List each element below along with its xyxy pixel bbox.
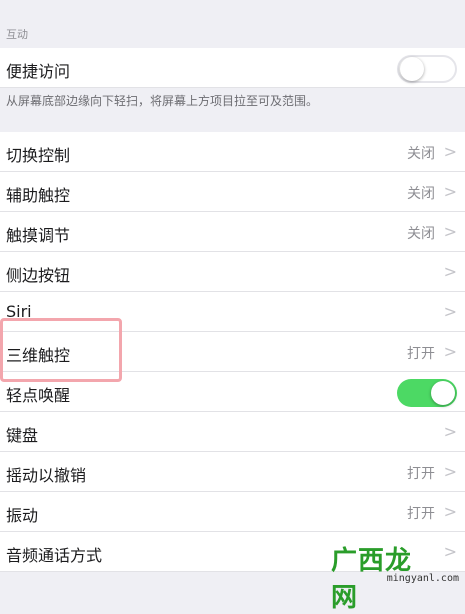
row-touch-accommodations[interactable]: 触摸调节 关闭 > bbox=[0, 212, 465, 252]
row-label: 触摸调节 bbox=[6, 226, 71, 245]
row-value: 打开 bbox=[407, 346, 435, 362]
chevron-right-icon: > bbox=[443, 342, 457, 361]
row-label: 切换控制 bbox=[6, 146, 71, 165]
row-side-button[interactable]: 侧边按钮 > bbox=[0, 252, 465, 292]
row-label: 摇动以撤销 bbox=[6, 466, 87, 485]
row-assistive-touch[interactable]: 辅助触控 关闭 > bbox=[0, 172, 465, 212]
section-title: 互动 bbox=[6, 28, 28, 41]
chevron-right-icon: > bbox=[443, 222, 457, 241]
row-vibration[interactable]: 振动 打开 > bbox=[0, 492, 465, 532]
row-label: 侧边按钮 bbox=[6, 266, 71, 285]
chevron-right-icon: > bbox=[443, 262, 457, 281]
row-value: 关闭 bbox=[407, 186, 435, 202]
row-shake-to-undo[interactable]: 摇动以撤销 打开 > bbox=[0, 452, 465, 492]
toggle-knob bbox=[400, 57, 424, 81]
row-keyboard[interactable]: 键盘 > bbox=[0, 412, 465, 452]
tap-to-wake-toggle[interactable] bbox=[397, 379, 457, 407]
reachability-label: 便捷访问 bbox=[6, 62, 71, 81]
reachability-toggle[interactable] bbox=[397, 55, 457, 83]
toggle-knob bbox=[431, 381, 455, 405]
reachability-note: 从屏幕底部边缘向下轻扫，将屏幕上方项目拉至可及范围。 bbox=[6, 94, 319, 108]
chevron-right-icon: > bbox=[443, 142, 457, 161]
row-label: 轻点唤醒 bbox=[6, 386, 71, 405]
row-value: 打开 bbox=[407, 506, 435, 522]
chevron-right-icon: > bbox=[443, 302, 457, 321]
row-label: 振动 bbox=[6, 506, 39, 525]
row-value: 打开 bbox=[407, 466, 435, 482]
reachability-row[interactable]: 便捷访问 bbox=[0, 48, 465, 88]
row-value: 关闭 bbox=[407, 146, 435, 162]
chevron-right-icon: > bbox=[443, 462, 457, 481]
watermark-domain: mingyanl.com bbox=[386, 573, 459, 584]
section-header: 互动 bbox=[0, 0, 465, 48]
row-label: 辅助触控 bbox=[6, 186, 71, 205]
chevron-right-icon: > bbox=[443, 422, 457, 441]
row-value: 关闭 bbox=[407, 226, 435, 242]
watermark: 广西龙网 mingyanl.com bbox=[331, 540, 461, 613]
row-switch-control[interactable]: 切换控制 关闭 > bbox=[0, 132, 465, 172]
chevron-right-icon: > bbox=[443, 502, 457, 521]
chevron-right-icon: > bbox=[443, 182, 457, 201]
highlight-box bbox=[0, 318, 122, 382]
row-label: 键盘 bbox=[6, 426, 39, 445]
row-label: 音频通话方式 bbox=[6, 546, 103, 565]
